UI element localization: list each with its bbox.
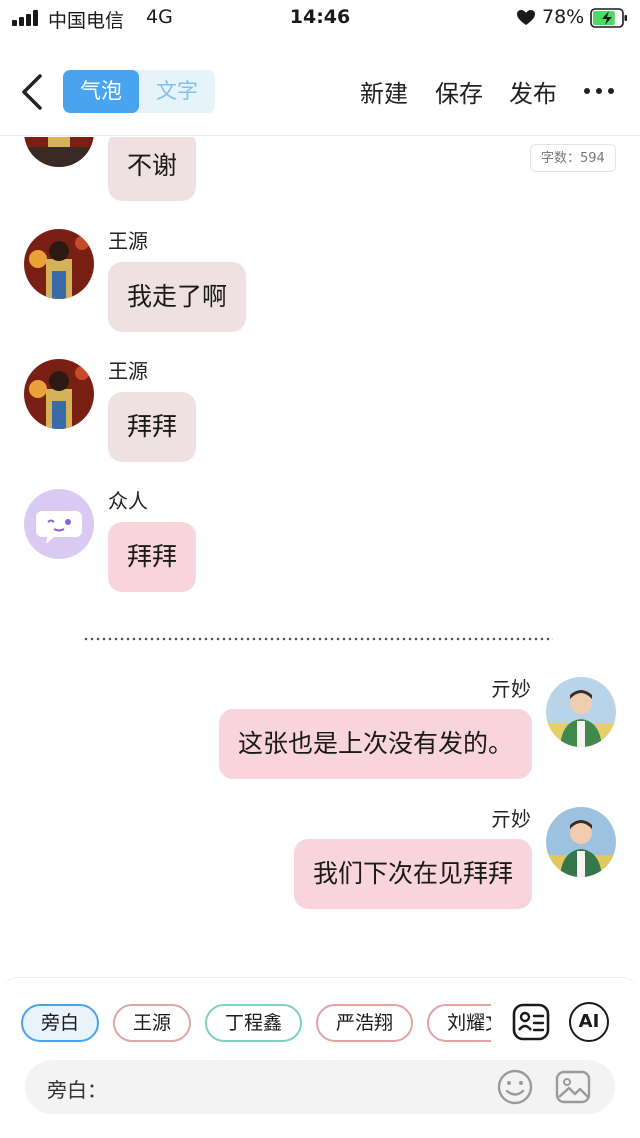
chevron-left-icon[interactable] [16, 72, 50, 112]
new-button[interactable]: 新建 [360, 74, 408, 109]
more-icon[interactable] [584, 86, 614, 96]
contact-card-icon[interactable] [511, 1002, 551, 1042]
battery-percent: 78% [542, 6, 585, 28]
heart-icon [517, 10, 535, 25]
message-input[interactable] [111, 1068, 491, 1106]
message-bubble[interactable]: 拜拜 [108, 392, 197, 462]
avatar[interactable] [24, 359, 94, 429]
role-chip[interactable]: 王源 [113, 1004, 192, 1042]
avatar[interactable] [546, 807, 616, 877]
avatar[interactable] [546, 677, 616, 747]
message-bubble[interactable]: 拜拜 [108, 522, 197, 592]
publish-button[interactable]: 发布 [509, 74, 557, 109]
role-chip[interactable]: 刘耀文 [427, 1004, 491, 1042]
message-bubble[interactable]: 我走了啊 [108, 262, 247, 332]
message-bubble[interactable]: 不谢 [108, 137, 197, 201]
role-chip-narration[interactable]: 旁白 [21, 1004, 100, 1042]
input-label: 旁白： [47, 1078, 107, 1102]
tab-bubble[interactable]: 气泡 [63, 70, 139, 113]
tab-text[interactable]: 文字 [139, 70, 215, 113]
sender-name: 王源 [108, 359, 148, 383]
sender-name: 亓妙 [491, 807, 531, 831]
editor-header: 气泡 文字 新建 保存 发布 [0, 48, 640, 136]
sender-name: 亓妙 [491, 677, 531, 701]
sender-name: 众人 [108, 489, 148, 513]
message-bubble[interactable]: 我们下次在见拜拜 [293, 839, 532, 909]
status-bar: 中国电信 4G 14:46 78% [0, 0, 640, 36]
section-divider [83, 637, 553, 641]
role-chip[interactable]: 严浩翔 [316, 1004, 414, 1042]
battery-charging-icon [590, 8, 627, 28]
word-count-badge: 字数：594 [530, 144, 616, 172]
narration-input-row: 旁白： [25, 1060, 615, 1114]
mode-switch: 气泡 文字 [63, 70, 215, 113]
role-chip[interactable]: 丁程鑫 [205, 1004, 303, 1042]
avatar[interactable] [24, 229, 94, 299]
avatar[interactable] [24, 137, 94, 167]
role-chips: 旁白王源丁程鑫严浩翔刘耀文 [21, 1004, 491, 1044]
image-icon[interactable] [553, 1067, 593, 1107]
message-bubble[interactable]: 这张也是上次没有发的。 [218, 709, 532, 779]
emoji-icon[interactable] [495, 1067, 535, 1107]
ai-icon[interactable]: AI [569, 1002, 609, 1042]
chat-area[interactable]: 字数：594 不谢 王源 我走了啊 王源 拜拜 众人 拜拜 亓妙 这张也是上次没… [0, 137, 640, 975]
crowd-bubble-icon[interactable] [24, 489, 94, 559]
sender-name: 王源 [108, 229, 148, 253]
save-button[interactable]: 保存 [435, 74, 483, 109]
composer-panel: 旁白王源丁程鑫严浩翔刘耀文 AI 旁白： [0, 977, 640, 1138]
